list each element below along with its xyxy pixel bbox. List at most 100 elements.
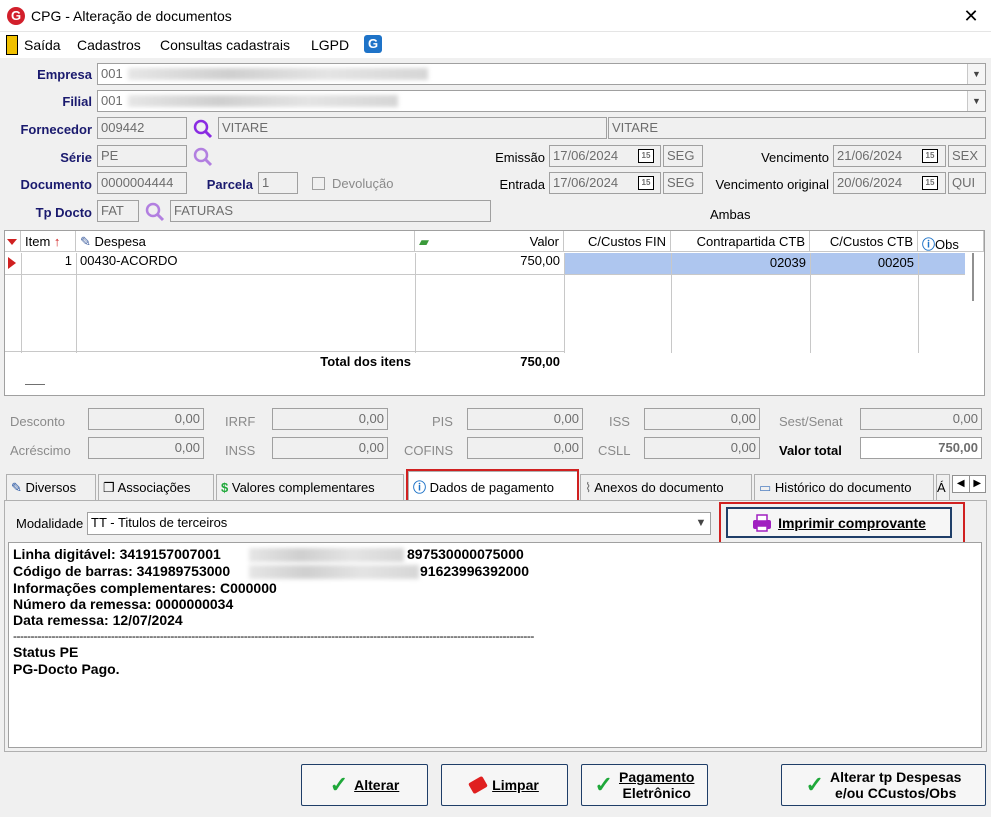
- close-icon[interactable]: ✕: [958, 4, 984, 28]
- g-logo-icon[interactable]: G: [364, 35, 382, 53]
- search-icon[interactable]: [193, 119, 213, 139]
- csll-field[interactable]: 0,00: [644, 437, 760, 459]
- vencimento-label: Vencimento: [761, 150, 829, 165]
- menu-consultas-cadastrais[interactable]: Consultas cadastrais: [160, 37, 290, 53]
- exit-icon: [6, 35, 18, 55]
- col-despesa[interactable]: ✎ Despesa: [76, 231, 415, 252]
- fornecedor-code[interactable]: 009442: [97, 117, 187, 139]
- tpdocto-code[interactable]: FAT: [97, 200, 139, 222]
- numero-remessa: Número da remessa: 0000000034: [13, 596, 234, 612]
- calendar-icon[interactable]: 15: [922, 176, 938, 190]
- documento-field[interactable]: 0000004444: [97, 172, 187, 194]
- tab-highlight: [406, 469, 579, 504]
- col-ccustos-ctb[interactable]: C/Custos CTB: [810, 231, 918, 252]
- dollar-icon: $: [221, 480, 229, 495]
- menu-cadastros[interactable]: Cadastros: [77, 37, 141, 53]
- limpar-button[interactable]: Limpar: [441, 764, 568, 806]
- pis-field[interactable]: 0,00: [467, 408, 583, 430]
- window-title: CPG - Alteração de documentos: [31, 8, 232, 24]
- parcela-label: Parcela: [206, 177, 253, 192]
- alterar-label: Alterar: [354, 777, 400, 793]
- total-label: Total dos itens: [320, 354, 411, 369]
- chevron-down-icon[interactable]: ▼: [967, 64, 985, 84]
- codigo-barras-a: Código de barras: 341989753000: [13, 563, 231, 579]
- tab-overflow[interactable]: Á: [936, 474, 950, 500]
- tpdocto-label: Tp Docto: [35, 205, 92, 220]
- tab-associacoes[interactable]: ❐ Associações: [98, 474, 214, 500]
- pagamento-eletronico-button[interactable]: ✓ Pagamento Eletrônico: [581, 764, 708, 806]
- sort-arrow-icon: [5, 231, 21, 252]
- sest-field[interactable]: 0,00: [860, 408, 982, 430]
- vencimento-day: SEX: [948, 145, 986, 167]
- ambas-label: Ambas: [710, 207, 751, 222]
- emissao-day: SEG: [663, 145, 703, 167]
- serie-label: Série: [60, 150, 92, 165]
- window-icon: ❐: [103, 480, 115, 495]
- tab-anexos[interactable]: ⌇ Anexos do documento: [580, 474, 752, 500]
- tab-historico[interactable]: ▭ Histórico do documento: [754, 474, 934, 500]
- devolucao-checkbox[interactable]: [312, 177, 325, 190]
- vencimento-value: 21/06/2024: [837, 148, 903, 163]
- cell-despesa[interactable]: 00430-ACORDO: [76, 253, 415, 274]
- empresa-field[interactable]: 001 ▼: [97, 63, 986, 85]
- payment-info-box: Linha digitável: 3419157007001 897530000…: [8, 542, 982, 748]
- fornecedor-name: VITARE: [218, 117, 607, 139]
- menu-lgpd[interactable]: LGPD: [311, 37, 349, 53]
- desconto-field[interactable]: 0,00: [88, 408, 204, 430]
- pg-line: PG-Docto Pago.: [13, 661, 120, 677]
- serie-field[interactable]: PE: [97, 145, 187, 167]
- vencimento-original-field[interactable]: 20/06/2024 15: [833, 172, 946, 194]
- iss-field[interactable]: 0,00: [644, 408, 760, 430]
- cell-contrapartida[interactable]: 02039: [671, 253, 810, 274]
- col-contrapartida[interactable]: Contrapartida CTB: [671, 231, 810, 252]
- tab-valores-complementares[interactable]: $ Valores complementares: [216, 474, 404, 500]
- table-row[interactable]: 1: [21, 253, 76, 274]
- col-valor[interactable]: ▰ Valor: [415, 231, 564, 252]
- chevron-down-icon[interactable]: ▼: [692, 513, 710, 533]
- col-item[interactable]: Item ↑: [21, 231, 76, 252]
- entrada-label: Entrada: [499, 177, 545, 192]
- filial-value: 001: [101, 93, 123, 108]
- print-receipt-button[interactable]: Imprimir comprovante: [726, 507, 952, 538]
- fornecedor-name-2: VITARE: [608, 117, 986, 139]
- cofins-field[interactable]: 0,00: [467, 437, 583, 459]
- calendar-icon[interactable]: 15: [922, 149, 938, 163]
- cell-obs[interactable]: [918, 253, 965, 274]
- acrescimo-field[interactable]: 0,00: [88, 437, 204, 459]
- tab-scroll-buttons[interactable]: ◀ ▶: [952, 475, 986, 493]
- grid-scroll-handle[interactable]: [25, 384, 45, 385]
- arrow-left-icon: ◀: [953, 476, 970, 492]
- codigo-barras-blurred: [249, 565, 419, 579]
- menu-saida[interactable]: Saída: [24, 37, 61, 53]
- modalidade-select[interactable]: TT - Titulos de terceiros ▼: [87, 512, 711, 535]
- search-icon[interactable]: [193, 147, 213, 167]
- chevron-down-icon[interactable]: ▼: [967, 91, 985, 111]
- col-ccustos-fin[interactable]: C/Custos FIN: [564, 231, 671, 252]
- cell-ccustos-fin[interactable]: [564, 253, 671, 274]
- inss-field[interactable]: 0,00: [272, 437, 388, 459]
- alterar-tp-despesas-button[interactable]: ✓ Alterar tp Despesas e/ou CCustos/Obs: [781, 764, 986, 806]
- tab-diversos[interactable]: ✎ Diversos: [6, 474, 96, 500]
- calendar-icon[interactable]: 15: [638, 176, 654, 190]
- entrada-field[interactable]: 17/06/2024 15: [549, 172, 661, 194]
- irrf-field[interactable]: 0,00: [272, 408, 388, 430]
- check-icon: ✓: [805, 772, 824, 797]
- parcela-field[interactable]: 1: [258, 172, 298, 194]
- search-icon[interactable]: [145, 202, 165, 222]
- status-line: Status PE: [13, 644, 79, 660]
- cell-valor[interactable]: 750,00: [415, 253, 564, 274]
- inss-label: INSS: [225, 443, 256, 458]
- col-obs[interactable]: ⓘObs: [918, 231, 984, 252]
- empresa-value: 001: [101, 66, 123, 81]
- filial-blurred: [128, 95, 398, 107]
- iss-label: ISS: [609, 414, 630, 429]
- emissao-field[interactable]: 17/06/2024 15: [549, 145, 661, 167]
- alterar-button[interactable]: ✓ Alterar: [301, 764, 428, 806]
- modalidade-label: Modalidade: [16, 516, 84, 531]
- cell-ccustos-ctb[interactable]: 00205: [810, 253, 918, 274]
- filial-field[interactable]: 001 ▼: [97, 90, 986, 112]
- irrf-label: IRRF: [225, 414, 256, 429]
- vertical-scrollbar[interactable]: [972, 253, 978, 301]
- calendar-icon[interactable]: 15: [638, 149, 654, 163]
- vencimento-field[interactable]: 21/06/2024 15: [833, 145, 946, 167]
